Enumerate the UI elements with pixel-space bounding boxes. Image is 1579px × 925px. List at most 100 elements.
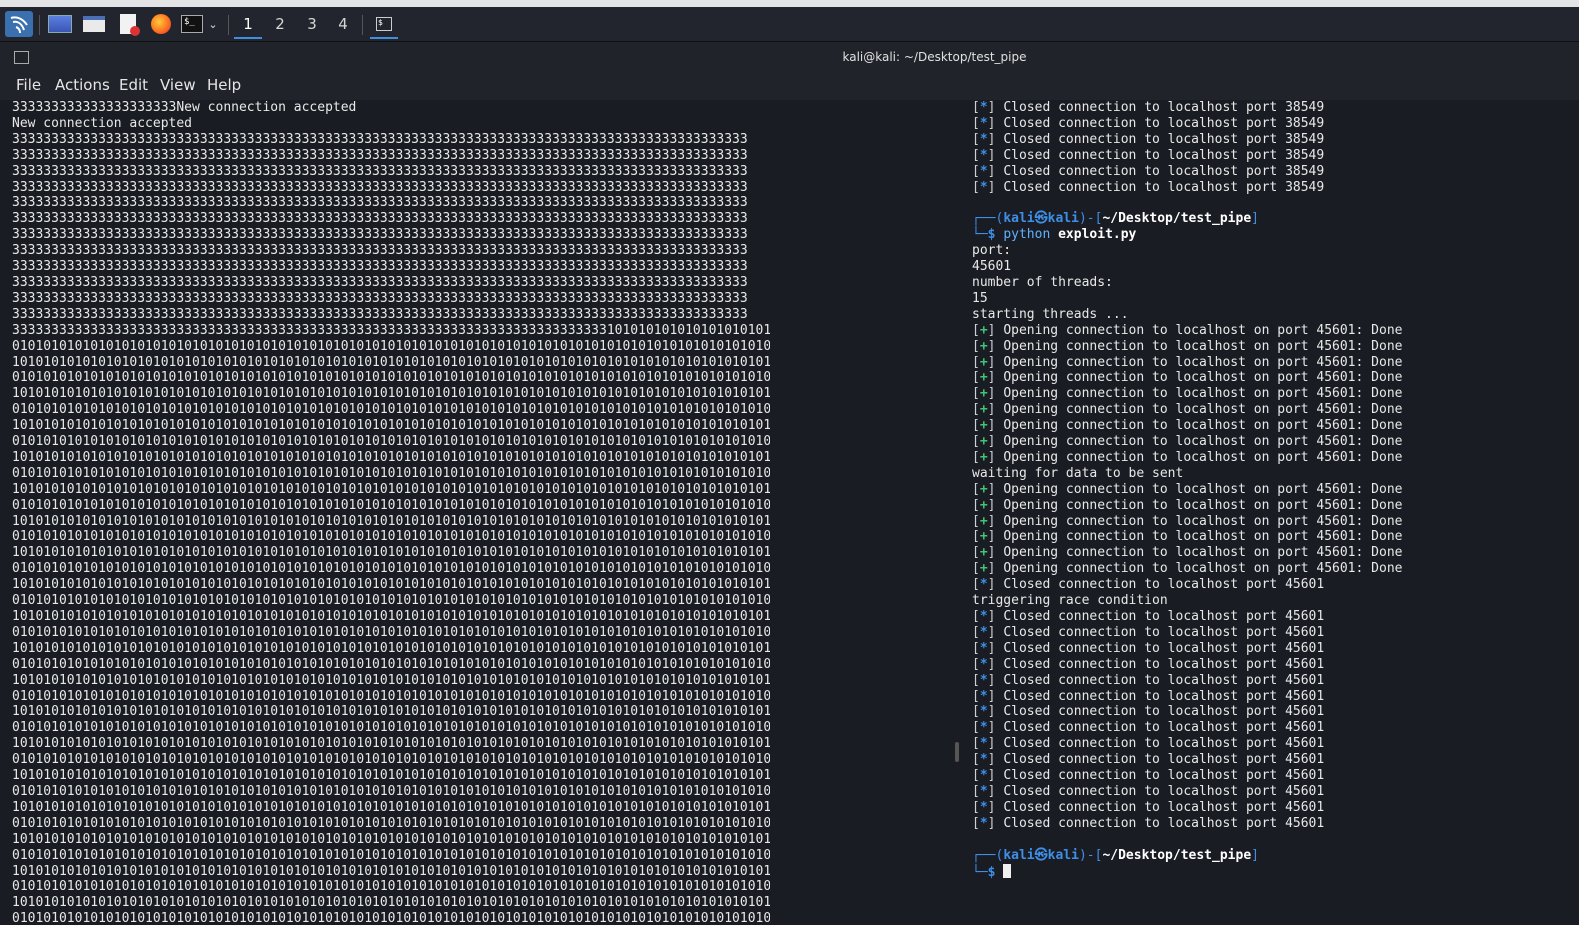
desktop-icon[interactable] <box>48 11 72 37</box>
status-text: Closed connection to localhost port 3854… <box>1003 100 1325 115</box>
right-terminal-pane[interactable]: [*] Closed connection to localhost port … <box>972 100 1562 925</box>
term-line: 0101010101010101010101010101010101010101… <box>12 370 770 386</box>
status-text: Closed connection to localhost port 3854… <box>1003 179 1325 195</box>
workspace-4[interactable]: 4 <box>329 11 357 37</box>
status-line: [*] Closed connection to localhost port … <box>972 148 1562 164</box>
term-line: 3333333333333333333333333333333333333333… <box>12 163 748 179</box>
left-terminal-pane[interactable]: 333333333333333333333New connection acce… <box>12 100 770 925</box>
status-text: Opening connection to localhost on port … <box>1003 354 1403 370</box>
threads-label: number of threads: <box>972 274 1113 290</box>
info-marker: [*] <box>972 577 996 593</box>
status-text: Opening connection to localhost on port … <box>1003 338 1403 354</box>
success-marker: [+] <box>972 497 996 513</box>
info-marker: [*] <box>972 656 996 672</box>
workspace-3[interactable]: 3 <box>298 11 326 37</box>
status-text: Closed connection to localhost port 4560… <box>1003 672 1325 688</box>
status-text: Closed connection to localhost port 4560… <box>1003 704 1325 720</box>
term-line: 3333333333333333333333333333333333333333… <box>12 243 748 259</box>
status-text: Closed connection to localhost port 4560… <box>1003 609 1325 624</box>
term-line: 1010101010101010101010101010101010101010… <box>12 895 770 911</box>
file-manager-icon[interactable] <box>82 11 106 37</box>
status-text: Closed connection to localhost port 4560… <box>1003 656 1325 672</box>
status-line: [+] Opening connection to localhost on p… <box>972 402 1562 418</box>
success-marker: [+] <box>972 322 996 338</box>
term-line: New connection accepted <box>12 115 193 131</box>
text-editor-icon[interactable] <box>116 11 140 37</box>
term-line: 1010101010101010101010101010101010101010… <box>12 418 770 434</box>
status-line: [+] Opening connection to localhost on p… <box>972 545 1562 561</box>
term-line: 1010101010101010101010101010101010101010… <box>12 799 770 815</box>
status-line: [*] Closed connection to localhost port … <box>972 768 1562 784</box>
status-text: Opening connection to localhost on port … <box>1003 497 1403 513</box>
status-line: [*] Closed connection to localhost port … <box>972 752 1562 768</box>
status-text: Closed connection to localhost port 4560… <box>1003 752 1325 768</box>
menu-view[interactable]: View <box>160 76 196 94</box>
menu-actions[interactable]: Actions <box>55 76 110 94</box>
status-line: [*] Closed connection to localhost port … <box>972 164 1562 180</box>
status-line: [*] Closed connection to localhost port … <box>972 689 1562 705</box>
status-line: [+] Opening connection to localhost on p… <box>972 434 1562 450</box>
status-text: Closed connection to localhost port 3854… <box>1003 115 1325 131</box>
status-line: [*] Closed connection to localhost port … <box>972 673 1562 689</box>
kali-menu-icon[interactable] <box>5 11 33 37</box>
info-marker: [*] <box>972 115 996 131</box>
menu-file[interactable]: File <box>16 76 41 94</box>
term-line: 0101010101010101010101010101010101010101… <box>12 879 770 895</box>
status-text: Closed connection to localhost port 3854… <box>1003 147 1325 163</box>
port-label: port: <box>972 243 1012 259</box>
info-marker: [*] <box>972 688 996 704</box>
status-text: Closed connection to localhost port 4560… <box>1003 640 1325 656</box>
term-line: 3333333333333333333333333333333333333333… <box>12 322 770 338</box>
term-line: 1010101010101010101010101010101010101010… <box>12 577 770 593</box>
title-bar: kali@kali: ~/Desktop/test_pipe <box>0 42 1579 72</box>
status-line: [*] Closed connection to localhost port … <box>972 132 1562 148</box>
menu-help[interactable]: Help <box>207 76 241 94</box>
input-line[interactable]: └─$ <box>972 863 1562 881</box>
info-marker: [*] <box>972 100 996 115</box>
info-marker: [*] <box>972 704 996 720</box>
status-line: [+] Opening connection to localhost on p… <box>972 339 1562 355</box>
pane-splitter-handle[interactable] <box>955 742 959 762</box>
menu-edit[interactable]: Edit <box>119 76 148 94</box>
status-text: Closed connection to localhost port 4560… <box>1003 783 1325 799</box>
status-text: Closed connection to localhost port 4560… <box>1003 768 1325 784</box>
status-line: [+] Opening connection to localhost on p… <box>972 498 1562 514</box>
status-line: [*] Closed connection to localhost port … <box>972 577 1562 593</box>
term-line: 1010101010101010101010101010101010101010… <box>12 481 770 497</box>
info-marker: [*] <box>972 799 996 815</box>
term-line: 3333333333333333333333333333333333333333… <box>12 227 748 243</box>
term-line: 1010101010101010101010101010101010101010… <box>12 640 770 656</box>
dropdown-icon[interactable]: ⌄ <box>206 11 220 37</box>
opening-block-1: [+] Opening connection to localhost on p… <box>972 323 1562 466</box>
term-line: 0101010101010101010101010101010101010101… <box>12 815 770 831</box>
status-line: [+] Opening connection to localhost on p… <box>972 450 1562 466</box>
workspace-1[interactable]: 1 <box>234 11 262 39</box>
status-line: [*] Closed connection to localhost port … <box>972 625 1562 641</box>
firefox-icon[interactable] <box>149 11 173 37</box>
opening-block-2: [+] Opening connection to localhost on p… <box>972 482 1562 577</box>
status-text: Opening connection to localhost on port … <box>1003 322 1403 338</box>
term-line: 0101010101010101010101010101010101010101… <box>12 847 770 863</box>
term-line: 0101010101010101010101010101010101010101… <box>12 402 770 418</box>
term-line: 0101010101010101010101010101010101010101… <box>12 497 770 513</box>
success-marker: [+] <box>972 386 996 402</box>
command-line: └─$ python exploit.py <box>972 227 1137 243</box>
closed-38549-block: [*] Closed connection to localhost port … <box>972 100 1562 195</box>
status-text: Opening connection to localhost on port … <box>1003 370 1403 386</box>
status-line: [*] Closed connection to localhost port … <box>972 736 1562 752</box>
term-line: 1010101010101010101010101010101010101010… <box>12 704 770 720</box>
success-marker: [+] <box>972 529 996 545</box>
info-marker: [*] <box>972 736 996 752</box>
taskbar-separator <box>39 15 40 35</box>
status-line: [*] Closed connection to localhost port … <box>972 784 1562 800</box>
term-line: 0101010101010101010101010101010101010101… <box>12 624 770 640</box>
workspace-2[interactable]: 2 <box>266 11 294 37</box>
success-marker: [+] <box>972 561 996 577</box>
status-line: [*] Closed connection to localhost port … <box>972 641 1562 657</box>
taskbar-separator <box>228 15 229 35</box>
status-text: Closed connection to localhost port 3854… <box>1003 163 1325 179</box>
status-text: Opening connection to localhost on port … <box>1003 434 1403 450</box>
status-text: Opening connection to localhost on port … <box>1003 513 1403 529</box>
active-terminal-icon[interactable]: $ <box>370 11 398 39</box>
terminal-icon[interactable]: $_ <box>180 11 204 37</box>
